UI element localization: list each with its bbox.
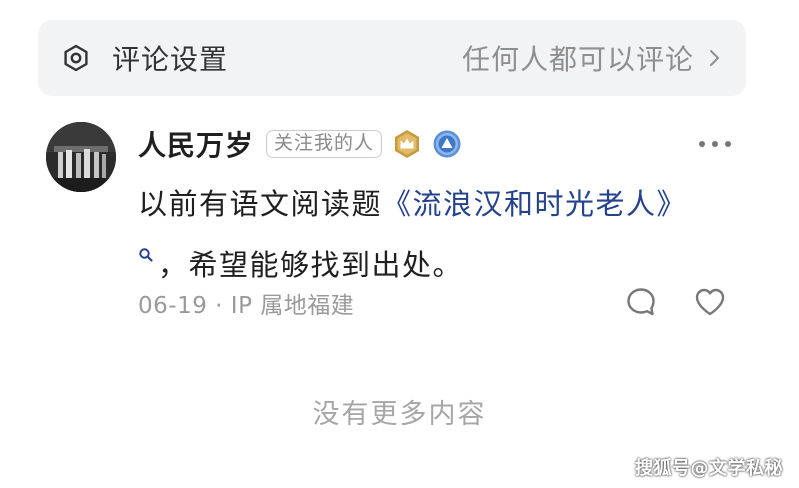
comment-text-after: ，希望能够找到出处。 <box>158 248 464 282</box>
ip-location: IP 属地福建 <box>230 293 355 319</box>
avatar[interactable] <box>46 122 116 192</box>
watermark: 搜狐号@文学私秘 <box>635 458 783 479</box>
settings-value-group[interactable]: 任何人都可以评论 <box>462 38 722 78</box>
meta-separator: · <box>215 293 231 319</box>
settings-label: 评论设置 <box>112 43 229 76</box>
crown-badge-icon <box>392 129 422 159</box>
comment-text: 以前有语文阅读题《流浪汉和时光老人》 ，希望能够找到出处。 <box>138 180 738 290</box>
username[interactable]: 人民万岁 <box>138 124 254 164</box>
comment-meta: 06-19 · IP 属地福建 <box>138 286 354 320</box>
chevron-right-icon <box>708 48 722 68</box>
search-icon[interactable] <box>138 229 154 262</box>
comment-date: 06-19 <box>138 293 208 319</box>
comment-text-before: 以前有语文阅读题 <box>138 187 383 221</box>
reply-icon[interactable] <box>625 286 657 318</box>
more-options-icon[interactable] <box>697 136 733 150</box>
like-heart-icon[interactable] <box>694 287 726 317</box>
settings-icon <box>62 44 90 72</box>
no-more-content-label: 没有更多内容 <box>312 399 487 430</box>
comment-settings-row[interactable]: 评论设置 任何人都可以评论 <box>38 20 746 96</box>
comment-header: 人民万岁 关注我的人 <box>138 124 462 164</box>
follow-badge: 关注我的人 <box>266 130 383 158</box>
comment-page: 评论设置 任何人都可以评论 人民万岁 关注我的人 以前有语文阅读题《流浪汉和时光… <box>0 0 799 488</box>
book-title-link[interactable]: 《流浪汉和时光老人》 <box>382 187 687 221</box>
level-badge-icon <box>432 129 462 159</box>
settings-value: 任何人都可以评论 <box>461 43 694 76</box>
